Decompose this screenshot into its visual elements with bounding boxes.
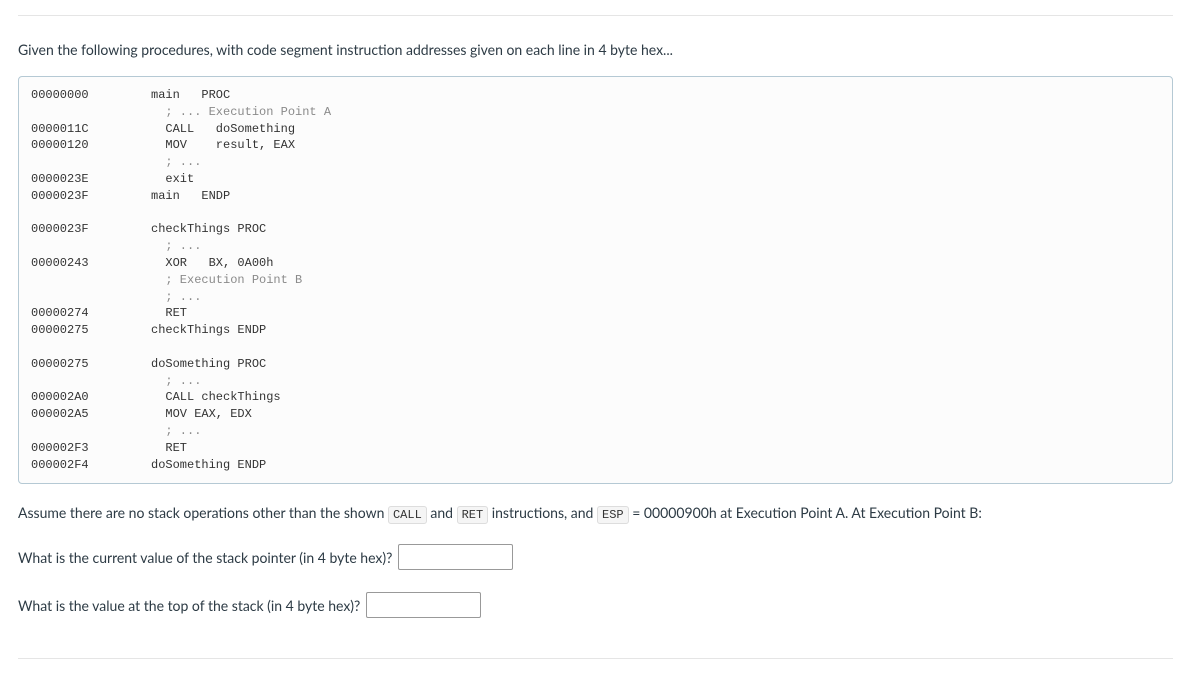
assume-mid2: instructions, and bbox=[488, 504, 597, 521]
code-l15: doSomething PROC bbox=[151, 357, 266, 371]
code-l9: ; ... bbox=[151, 239, 201, 253]
call-code: CALL bbox=[388, 506, 427, 524]
question-1: What is the current value of the stack p… bbox=[18, 544, 1173, 570]
top-divider bbox=[18, 15, 1173, 16]
addr-l10: 00000243 bbox=[31, 255, 151, 272]
code-l16: ; ... bbox=[151, 374, 201, 388]
addr-l18: 000002A5 bbox=[31, 406, 151, 423]
addr-l6: 0000023E bbox=[31, 171, 151, 188]
addr-l7: 0000023F bbox=[31, 188, 151, 205]
addr-l21: 000002F4 bbox=[31, 457, 151, 474]
addr-l4: 00000120 bbox=[31, 137, 151, 154]
code-l20: RET bbox=[151, 441, 187, 455]
question-2-text: What is the value at the top of the stac… bbox=[18, 597, 360, 614]
addr-l3: 0000011C bbox=[31, 121, 151, 138]
code-l19: ; ... bbox=[151, 424, 201, 438]
code-l1: main PROC bbox=[151, 88, 230, 102]
addr-l14: 00000275 bbox=[31, 322, 151, 339]
addr-l1: 00000000 bbox=[31, 87, 151, 104]
question-1-text: What is the current value of the stack p… bbox=[18, 549, 392, 566]
ret-code: RET bbox=[457, 506, 489, 524]
code-l5: ; ... bbox=[151, 155, 201, 169]
addr-l17: 000002A0 bbox=[31, 389, 151, 406]
code-l3: CALL doSomething bbox=[151, 122, 295, 136]
assumption-text: Assume there are no stack operations oth… bbox=[18, 504, 1173, 522]
code-l14: checkThings ENDP bbox=[151, 323, 266, 337]
code-l17: CALL checkThings bbox=[151, 390, 281, 404]
code-l11: ; Execution Point B bbox=[151, 273, 302, 287]
esp-code: ESP bbox=[597, 506, 629, 524]
addr-l20: 000002F3 bbox=[31, 440, 151, 457]
question-2: What is the value at the top of the stac… bbox=[18, 592, 1173, 618]
answer-input-1[interactable] bbox=[398, 544, 513, 570]
code-l18: MOV EAX, EDX bbox=[151, 407, 252, 421]
assume-mid1: and bbox=[427, 504, 457, 521]
addr-l15: 00000275 bbox=[31, 356, 151, 373]
code-l2: ; ... Execution Point A bbox=[151, 105, 331, 119]
code-block: 00000000main PROC ; ... Execution Point … bbox=[18, 76, 1173, 484]
addr-l8: 0000023F bbox=[31, 221, 151, 238]
code-l4: MOV result, EAX bbox=[151, 138, 295, 152]
assume-suffix: = 00000900h at Execution Point A. At Exe… bbox=[629, 504, 982, 521]
bottom-divider bbox=[18, 658, 1173, 659]
question-title: Given the following procedures, with cod… bbox=[18, 41, 1173, 58]
code-l12: ; ... bbox=[151, 290, 201, 304]
code-l6: exit bbox=[151, 172, 194, 186]
code-l13: RET bbox=[151, 306, 187, 320]
assume-prefix: Assume there are no stack operations oth… bbox=[18, 504, 388, 521]
addr-l13: 00000274 bbox=[31, 305, 151, 322]
code-l21: doSomething ENDP bbox=[151, 458, 266, 472]
answer-input-2[interactable] bbox=[366, 592, 481, 618]
code-l10: XOR BX, 0A00h bbox=[151, 256, 273, 270]
code-l8: checkThings PROC bbox=[151, 222, 266, 236]
code-l7: main ENDP bbox=[151, 189, 230, 203]
